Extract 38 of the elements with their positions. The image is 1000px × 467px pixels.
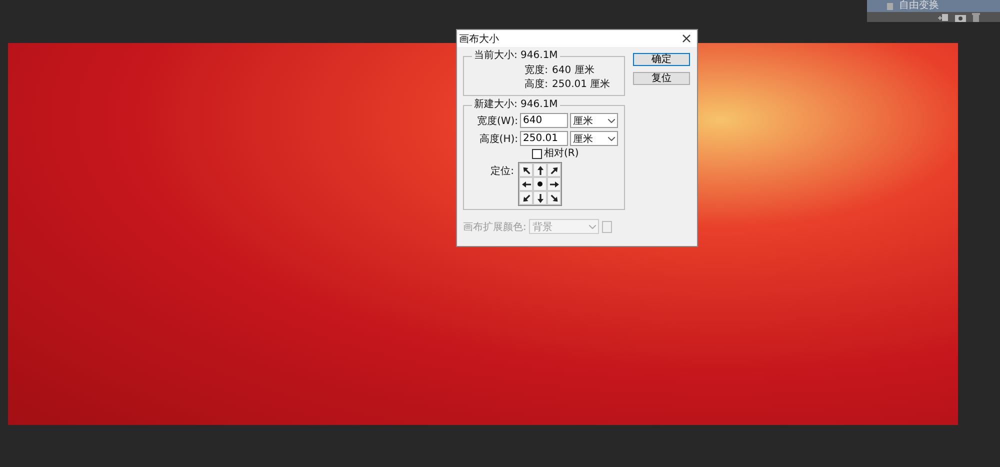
- unit-dropdown[interactable]: 厘米: [570, 131, 618, 146]
- dialog-title: 画布大小: [459, 32, 499, 46]
- group-legend: 当前大小: 946.1M: [472, 50, 560, 62]
- anchor-label: 定位:: [490, 164, 514, 179]
- color-swatch[interactable]: [602, 220, 612, 232]
- history-thumbnail: [887, 2, 893, 10]
- size-value: 250.01 厘米: [552, 78, 610, 92]
- checkbox-label: 相对(R): [544, 148, 579, 160]
- anchor-cell[interactable]: [519, 191, 533, 205]
- anchor-cell[interactable]: [519, 163, 533, 177]
- dialog-button[interactable]: 复位: [633, 72, 690, 85]
- caret-icon: [608, 136, 615, 140]
- caret-icon: [608, 118, 615, 122]
- group-legend: 新建大小: 946.1M: [472, 99, 560, 111]
- input-field[interactable]: 640: [520, 113, 568, 128]
- anchor-cell[interactable]: [547, 163, 561, 177]
- extension-color-label: 画布扩展颜色:: [463, 220, 526, 234]
- close-icon[interactable]: [682, 34, 691, 43]
- size-value: 640 厘米: [552, 64, 594, 78]
- anchor-cell[interactable]: [547, 191, 561, 205]
- field-label: 高度(H):: [478, 132, 518, 146]
- dot-icon: [537, 181, 543, 187]
- input-field[interactable]: 250.01: [520, 131, 568, 146]
- size-label: 高度:: [524, 78, 548, 92]
- anchor-cell[interactable]: [547, 177, 561, 191]
- new-document-icon[interactable]: [938, 13, 949, 22]
- camera-icon[interactable]: [955, 14, 966, 22]
- anchor-cell[interactable]: [519, 177, 533, 191]
- unit-dropdown[interactable]: 厘米: [570, 113, 618, 128]
- trash-icon[interactable]: [972, 13, 980, 22]
- dialog-button[interactable]: 确定: [633, 53, 690, 66]
- anchor-cell[interactable]: [533, 163, 547, 177]
- relative-checkbox[interactable]: [532, 149, 542, 159]
- field-label: 宽度(W):: [476, 114, 518, 128]
- caret-icon: [589, 224, 596, 228]
- size-label: 宽度:: [524, 64, 548, 78]
- anchor-cell[interactable]: [533, 177, 547, 191]
- anchor-cell[interactable]: [533, 191, 547, 205]
